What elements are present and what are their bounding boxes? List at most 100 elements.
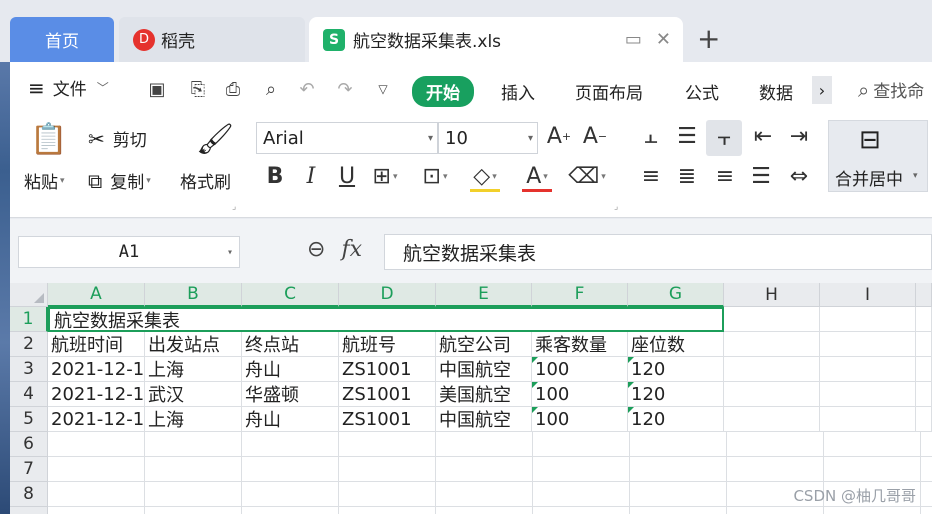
name-box[interactable]: A1 ▾	[18, 236, 240, 268]
column-header-c[interactable]: C	[242, 283, 339, 307]
cell[interactable]	[724, 332, 820, 357]
underline-icon[interactable]: U	[332, 164, 362, 189]
font-size-decrease-icon[interactable]: A −	[580, 124, 610, 149]
cell[interactable]	[916, 382, 932, 407]
data-cell[interactable]: ZS1001	[339, 357, 436, 382]
tab-page-layout[interactable]: 页面布局	[575, 79, 643, 104]
row-header-8[interactable]: 8	[10, 482, 48, 507]
cell-a1-title[interactable]: 航空数据采集表	[48, 307, 724, 332]
row-header-9[interactable]	[10, 507, 48, 514]
cell[interactable]	[916, 332, 932, 357]
data-cell[interactable]: 上海	[145, 407, 242, 432]
align-right-icon[interactable]: ≡	[710, 164, 740, 189]
header-cell[interactable]: 终点站	[242, 332, 339, 357]
data-cell[interactable]: ZS1001	[339, 382, 436, 407]
merge-center-button[interactable]: ⊟ 合并居中 ▾	[828, 120, 928, 192]
font-size-select[interactable]: 10 ▾	[438, 122, 538, 154]
align-middle-icon[interactable]: ☰	[672, 124, 702, 149]
cut-button[interactable]: ✂ 剪切	[88, 126, 147, 152]
data-cell[interactable]: 2021-12-1	[48, 357, 145, 382]
copy-button[interactable]: ⧉ 复制 ▾	[88, 168, 151, 194]
print-preview-icon[interactable]: ⌕	[260, 78, 282, 100]
data-cell[interactable]: 华盛顿	[242, 382, 339, 407]
bold-icon[interactable]: B	[260, 164, 290, 189]
data-cell[interactable]: 100	[532, 382, 628, 407]
redo-icon[interactable]: ↷	[334, 78, 356, 100]
data-cell[interactable]: 中国航空	[436, 407, 532, 432]
group-expand-icon[interactable]: ⌟	[232, 202, 236, 212]
tab-file[interactable]: S 航空数据采集表.xls ▭ ✕	[309, 17, 683, 62]
italic-icon[interactable]: I	[296, 164, 326, 189]
search-command[interactable]: ⌕ 查找命	[858, 77, 924, 103]
paste-icon[interactable]: 📋	[30, 122, 67, 157]
tab-home[interactable]: 首页	[10, 17, 114, 62]
cell[interactable]	[916, 307, 932, 332]
paste-button[interactable]: 粘贴 ▾	[24, 168, 65, 193]
font-color-icon[interactable]: A ▾	[522, 164, 552, 192]
align-bottom-icon[interactable]: ⫟	[706, 120, 742, 156]
cell-style-icon[interactable]: ⊡ ▾	[420, 164, 450, 189]
select-all-corner[interactable]	[10, 283, 48, 307]
data-cell[interactable]: 2021-12-1	[48, 382, 145, 407]
close-icon[interactable]: ✕	[656, 29, 671, 50]
tab-start[interactable]: 开始	[412, 76, 474, 107]
cell[interactable]	[820, 357, 916, 382]
new-tab-button[interactable]: +	[697, 24, 720, 54]
tab-daoke[interactable]: D 稻壳	[119, 17, 305, 62]
column-header-b[interactable]: B	[145, 283, 242, 307]
export-icon[interactable]: ⎘	[187, 78, 209, 100]
data-cell[interactable]: 上海	[145, 357, 242, 382]
column-header-a[interactable]: A	[48, 283, 145, 307]
data-cell[interactable]: 武汉	[145, 382, 242, 407]
header-cell[interactable]: 航班时间	[48, 332, 145, 357]
header-cell[interactable]: 出发站点	[145, 332, 242, 357]
cell[interactable]	[820, 407, 916, 432]
undo-icon[interactable]: ↶	[296, 78, 318, 100]
row-header-6[interactable]: 6	[10, 432, 48, 457]
font-name-select[interactable]: Arial ▾	[256, 122, 438, 154]
column-header-g[interactable]: G	[628, 283, 724, 307]
column-header-h[interactable]: H	[724, 283, 820, 307]
data-cell[interactable]: 100	[532, 407, 628, 432]
cell[interactable]	[724, 357, 820, 382]
increase-indent-icon[interactable]: ⇥	[784, 124, 814, 149]
print-icon[interactable]: ⎙	[222, 78, 244, 100]
format-painter-button[interactable]: 格式刷	[180, 168, 231, 193]
data-cell[interactable]: 120	[628, 407, 724, 432]
decrease-indent-icon[interactable]: ⇤	[748, 124, 778, 149]
row-header-2[interactable]: 2	[10, 332, 48, 357]
data-cell[interactable]: 100	[532, 357, 628, 382]
fill-color-icon[interactable]: ◇ ▾	[470, 164, 500, 192]
column-header-e[interactable]: E	[436, 283, 532, 307]
fx-icon[interactable]: fx	[341, 237, 362, 262]
customize-chevron-icon[interactable]: ▽	[372, 78, 394, 100]
align-center-icon[interactable]: ≣	[672, 164, 702, 189]
data-cell[interactable]: 120	[628, 357, 724, 382]
more-tabs-button[interactable]: ›	[812, 76, 832, 104]
align-left-icon[interactable]: ≡	[636, 164, 666, 189]
clear-format-icon[interactable]: ⌫ ▾	[568, 164, 606, 189]
group-expand-icon[interactable]: ⌟	[614, 202, 618, 212]
cell[interactable]	[820, 332, 916, 357]
column-header-f[interactable]: F	[532, 283, 628, 307]
data-cell[interactable]: 中国航空	[436, 357, 532, 382]
data-cell[interactable]: ZS1001	[339, 407, 436, 432]
save-icon[interactable]: ▣	[146, 78, 168, 100]
data-cell[interactable]: 舟山	[242, 357, 339, 382]
data-cell[interactable]: 舟山	[242, 407, 339, 432]
column-header-partial[interactable]	[916, 283, 932, 307]
data-cell[interactable]: 2021-12-1	[48, 407, 145, 432]
tab-insert[interactable]: 插入	[501, 79, 535, 104]
cell[interactable]	[820, 307, 916, 332]
tab-data[interactable]: 数据	[759, 79, 793, 104]
row-header-7[interactable]: 7	[10, 457, 48, 482]
cell[interactable]	[820, 382, 916, 407]
cell[interactable]	[724, 382, 820, 407]
window-icon[interactable]: ▭	[625, 29, 642, 50]
column-header-i[interactable]: I	[820, 283, 916, 307]
justify-icon[interactable]: ☰	[746, 164, 776, 189]
align-top-icon[interactable]: ⫠	[636, 124, 666, 149]
tab-formula[interactable]: 公式	[685, 79, 719, 104]
cell[interactable]	[916, 357, 932, 382]
header-cell[interactable]: 乘客数量	[532, 332, 628, 357]
